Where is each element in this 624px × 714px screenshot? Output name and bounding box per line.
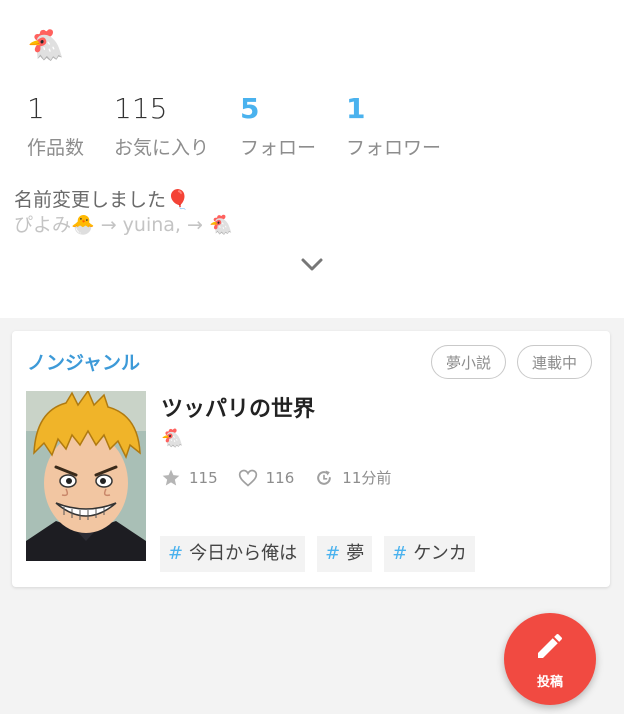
tag-label: 夢 bbox=[346, 543, 365, 564]
hash-icon: # bbox=[325, 543, 341, 564]
work-description: 🐔 bbox=[161, 428, 184, 449]
stat-works[interactable]: 1 作品数 bbox=[27, 92, 84, 160]
favorites-count: 115 bbox=[114, 92, 168, 125]
bio-line: 名前変更しました🎈 bbox=[14, 189, 190, 211]
tag-label: 今日から俺は bbox=[189, 543, 298, 564]
tag-list: # 今日から俺は # 夢 # ケンカ bbox=[160, 536, 475, 572]
bio-line: ぴよみ🐣 → yuina, → 🐔 bbox=[14, 214, 233, 236]
stat-following[interactable]: 5 フォロー bbox=[240, 92, 316, 160]
following-label: フォロー bbox=[240, 137, 317, 159]
favorites-label: お気に入り bbox=[114, 137, 210, 159]
works-count: 1 bbox=[27, 92, 45, 125]
tag[interactable]: # ケンカ bbox=[384, 536, 475, 572]
stat-followers[interactable]: 1 フォロワー bbox=[346, 92, 441, 160]
refresh-icon bbox=[317, 470, 332, 485]
work-meta: 115 116 11分前 bbox=[161, 467, 391, 488]
status-badge: 連載中 bbox=[517, 345, 593, 379]
following-count: 5 bbox=[240, 92, 260, 125]
followers-count: 1 bbox=[346, 92, 366, 125]
tag-label: ケンカ bbox=[413, 543, 467, 564]
profile-header: 🐔 1 作品数 115 お気に入り 5 フォロー 1 フォロワー 名前変更しまし… bbox=[0, 0, 624, 318]
hash-icon: # bbox=[392, 543, 408, 564]
work-title[interactable]: ツッパリの世界 bbox=[161, 391, 315, 423]
star-icon bbox=[162, 469, 180, 485]
genre-label[interactable]: ノンジャンル bbox=[27, 348, 140, 375]
post-button[interactable]: 投稿 bbox=[504, 613, 596, 705]
favorites-count: 115 bbox=[189, 468, 218, 487]
works-label: 作品数 bbox=[27, 137, 85, 159]
stat-favorites[interactable]: 115 お気に入り bbox=[114, 92, 209, 160]
hash-icon: # bbox=[168, 543, 184, 564]
avatar[interactable]: 🐔 bbox=[27, 28, 64, 64]
followers-label: フォロワー bbox=[346, 137, 442, 159]
updated-time: 11分前 bbox=[342, 469, 392, 487]
work-card[interactable]: ノンジャンル 夢小説 連載中 ツッパリの世界 🐔 115 116 11分前 # … bbox=[12, 331, 610, 587]
likes-count: 116 bbox=[265, 468, 295, 487]
heart-icon bbox=[238, 469, 257, 487]
tag[interactable]: # 今日から俺は bbox=[160, 536, 306, 572]
pencil-icon bbox=[538, 633, 563, 658]
chevron-down-icon[interactable] bbox=[298, 252, 326, 276]
profile-bio: 名前変更しました🎈 ぴよみ🐣 → yuina, → 🐔 bbox=[14, 188, 233, 238]
tag[interactable]: # 夢 bbox=[317, 536, 373, 572]
status-badge: 夢小説 bbox=[431, 345, 507, 379]
cover-image[interactable] bbox=[26, 391, 146, 561]
post-button-label: 投稿 bbox=[536, 675, 563, 690]
